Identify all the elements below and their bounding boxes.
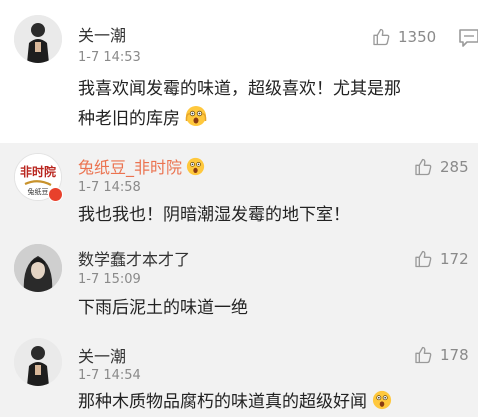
- comment-item: 非时院 兔纸豆 兔纸豆_非时院 1-7 14:58 285 我也我也！阴暗潮湿发…: [0, 143, 478, 233]
- comment-author[interactable]: 数学蠢才本才了: [78, 246, 190, 270]
- comment-text: 下雨后泥土的味道一绝: [78, 298, 248, 318]
- avatar[interactable]: [14, 244, 62, 292]
- like-count: 172: [440, 250, 469, 268]
- like-button[interactable]: 172: [413, 248, 469, 270]
- like-count: 178: [440, 346, 469, 364]
- comment-time: 1-7 14:54: [78, 368, 141, 383]
- comment-item: 关一潮 1-7 14:53 1350 我喜欢闻发霉的味道，超级喜欢！尤其是那 种…: [0, 0, 478, 143]
- comment-author[interactable]: 兔纸豆_非时院: [78, 154, 205, 178]
- surprised-face-emoji: [186, 157, 205, 175]
- comment-author[interactable]: 关一潮: [78, 22, 126, 46]
- thumbs-up-icon: [373, 28, 390, 46]
- like-button[interactable]: 1350: [371, 26, 436, 48]
- comment-time: 1-7 14:58: [78, 180, 141, 195]
- person-photo-icon: [14, 15, 62, 63]
- comment-text: 那种木质物品腐朽的味道真的超级好闻: [78, 387, 473, 417]
- avatar[interactable]: [14, 338, 62, 386]
- thumbs-up-icon: [415, 250, 432, 268]
- surprised-face-emoji: [186, 106, 207, 126]
- comment-author-name: 兔纸豆_非时院: [78, 158, 183, 177]
- like-button[interactable]: 285: [413, 156, 469, 178]
- comment-item: 关一潮 1-7 14:54 178 那种木质物品腐朽的味道真的超级好闻: [0, 325, 478, 417]
- comment-text-line: 我喜欢闻发霉的味道，超级喜欢！尤其是那: [78, 79, 401, 99]
- verified-badge: [48, 187, 63, 202]
- like-count: 1350: [398, 28, 437, 46]
- comment-text: 我喜欢闻发霉的味道，超级喜欢！尤其是那 种老旧的库房: [78, 74, 473, 134]
- thumbs-up-icon: [415, 346, 432, 364]
- person-photo-icon: [14, 338, 62, 386]
- comment-text-line-end: 种老旧的库房: [78, 109, 180, 129]
- comment-button[interactable]: [458, 28, 478, 48]
- comment-time: 1-7 14:53: [78, 50, 141, 65]
- like-count: 285: [440, 158, 469, 176]
- thumbs-up-icon: [415, 158, 432, 176]
- comment-text-line: 种老旧的库房: [78, 104, 473, 134]
- person-photo-icon: [14, 244, 62, 292]
- surprised-face-emoji: [373, 390, 392, 410]
- svg-text:兔纸豆: 兔纸豆: [28, 187, 49, 196]
- svg-text:非时院: 非时院: [20, 164, 56, 179]
- avatar[interactable]: [14, 15, 62, 63]
- comment-text-content: 那种木质物品腐朽的味道真的超级好闻: [78, 392, 367, 412]
- comment-icon: [459, 29, 478, 47]
- comment-text: 我也我也！阴暗潮湿发霉的地下室！: [78, 205, 350, 225]
- comment-author[interactable]: 关一潮: [78, 343, 126, 367]
- like-button[interactable]: 178: [413, 344, 469, 366]
- comment-time: 1-7 15:09: [78, 272, 141, 287]
- comment-item: 数学蠢才本才了 1-7 15:09 172 下雨后泥土的味道一绝: [0, 233, 478, 325]
